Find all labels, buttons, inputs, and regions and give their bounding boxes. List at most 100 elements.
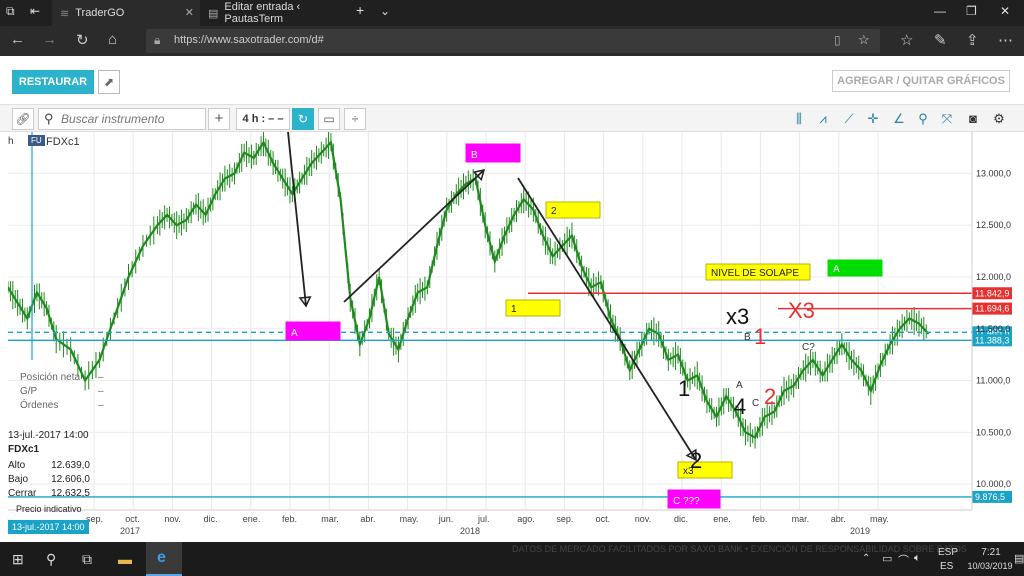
file-explorer-icon[interactable]: ▬ xyxy=(118,551,132,567)
close-window-icon[interactable]: ✕ xyxy=(1000,4,1010,18)
link-icon[interactable]: 🔗︎ xyxy=(12,108,34,130)
x-tick-label: sep. xyxy=(556,514,573,524)
volume-icon[interactable]: 🔈︎ xyxy=(914,552,921,565)
cerrar-label: Cerrar xyxy=(8,488,37,499)
camera-icon[interactable]: ◙ xyxy=(962,108,984,130)
edge-icon: e xyxy=(157,549,166,566)
url-field[interactable]: 🔒︎ https://www.saxotrader.com/d# ▯ ☆ xyxy=(146,29,880,53)
restaurar-button[interactable]: RESTAURAR xyxy=(12,70,94,94)
divider-tool-icon[interactable]: ÷ xyxy=(344,108,366,130)
reading-view-icon[interactable]: ▯ xyxy=(834,33,841,47)
clock-time[interactable]: 7:21 xyxy=(970,547,1012,558)
cerrar-value: 12.632,5 xyxy=(51,488,90,499)
settings-gear-icon[interactable]: ⚙ xyxy=(988,108,1010,130)
drawing-icon[interactable]: ∠ xyxy=(888,108,910,130)
precio-indicativo: Precio indicativo xyxy=(16,504,82,514)
x-tick-label: jun. xyxy=(438,514,454,524)
tab-label: TraderGO xyxy=(75,7,125,19)
browser-titlebar: ⧉ ⇤ ≋ TraderGO ✕ ▤ Editar entrada ‹ Paut… xyxy=(0,0,1024,26)
clock-date[interactable]: 10/03/2019 xyxy=(962,561,1018,571)
windows-start-icon[interactable]: ⊞ xyxy=(12,551,24,568)
wave-c-label: C ??? xyxy=(673,496,700,507)
wave-2-box-label: 2 xyxy=(551,206,557,217)
nivel-solape-label: NIVEL DE SOLAPE xyxy=(711,268,799,279)
price-chart[interactable]: 11.842,911.694,611.465,611.388,39.876,5 … xyxy=(8,132,1012,542)
lang-top[interactable]: ESP xyxy=(938,547,958,558)
x-tick-label: ene. xyxy=(243,514,261,524)
more-menu-icon[interactable]: ⋯ xyxy=(998,31,1013,49)
bajo-label: Bajo xyxy=(8,474,29,485)
compare-toggle-icon[interactable]: ▭ xyxy=(318,108,340,130)
agregar-quitar-graficos-button[interactable]: AGREGAR / QUITAR GRÁFICOS xyxy=(832,70,1010,92)
indicators-icon[interactable]: ⩘ xyxy=(812,108,834,130)
watermark-text: DATOS DE MERCADO FACILITADOS POR SAXO BA… xyxy=(512,544,967,554)
search-icon: ⚲ xyxy=(44,111,54,126)
fit-screen-icon[interactable]: ⤧ xyxy=(936,108,958,130)
search-taskbar-icon[interactable]: ⚲ xyxy=(46,551,56,568)
tab-tradergo[interactable]: ≋ TraderGO ✕ xyxy=(52,0,200,26)
small-a-text: A xyxy=(736,380,743,391)
x-tick-label: jul. xyxy=(477,514,490,524)
network-icon[interactable]: ⌒ xyxy=(898,552,909,568)
instrument-search[interactable]: ⚲ xyxy=(38,108,206,130)
cursor-date-tag: 13-jul.-2017 14:00 xyxy=(8,520,89,534)
x-tick-label: ene. xyxy=(713,514,731,524)
task-view-icon[interactable]: ⧉ xyxy=(82,551,92,568)
search-input[interactable] xyxy=(61,112,203,126)
wave-2-red-text: 2 xyxy=(764,384,776,409)
tab-list-chevron-icon[interactable]: ⌄ xyxy=(380,4,390,18)
edge-taskbar-button[interactable]: e xyxy=(146,542,182,576)
arrow-down-1 xyxy=(287,132,307,307)
ohlc-instrument: FDXc1 xyxy=(8,444,40,455)
wave-1-red-text: 1 xyxy=(754,324,766,349)
battery-icon[interactable]: ▭ xyxy=(882,552,892,565)
back-tabs-icon[interactable]: ⇤ xyxy=(30,4,40,18)
notes-pen-icon[interactable]: ✎ xyxy=(934,31,947,49)
arrow-down-2 xyxy=(517,177,697,461)
ordenes-row: Órdenes – xyxy=(20,400,110,411)
maximize-icon[interactable]: ❐ xyxy=(966,4,977,18)
price-tag-label: 11.842,9 xyxy=(975,288,1009,298)
refresh-icon[interactable]: ↻ xyxy=(76,31,89,49)
top-toolbar: RESTAURAR ⬈ AGREGAR / QUITAR GRÁFICOS xyxy=(0,64,1024,98)
trendline-icon[interactable]: ⟋ xyxy=(838,108,860,130)
x-tick-label: mar. xyxy=(792,514,810,524)
c-question-text: C? xyxy=(802,342,815,353)
posicion-neta-row: Posición neta – xyxy=(20,372,110,383)
wordpress-tab-icon: ▤ xyxy=(208,7,219,20)
lang-bottom[interactable]: ES xyxy=(940,561,953,572)
favorites-icon[interactable]: ☆ xyxy=(900,31,913,49)
x-tick-label: abr. xyxy=(831,514,846,524)
x-tick-label: may. xyxy=(400,514,419,524)
candle-type-icon[interactable]: ⫼ xyxy=(788,108,810,130)
popout-icon[interactable]: ⬈ xyxy=(98,70,120,94)
x-tick-label: nov. xyxy=(635,514,651,524)
y-tick-label: 12.000,0 xyxy=(976,272,1011,282)
favorite-star-icon[interactable]: ☆ xyxy=(858,32,870,48)
forward-arrow-icon[interactable]: → xyxy=(42,31,57,48)
chart-area[interactable]: 11.842,9 11.694,6 11.465,6 11.388,3 9.876,5 … xyxy=(8,132,1012,542)
alto-value: 12.639,0 xyxy=(51,460,90,471)
add-instrument-icon[interactable]: + xyxy=(208,108,230,130)
new-tab-icon[interactable]: + xyxy=(356,2,364,18)
refresh-chart-icon[interactable]: ↻ xyxy=(292,108,314,130)
minimize-icon[interactable]: — xyxy=(934,4,946,18)
home-icon[interactable]: ⌂ xyxy=(108,31,117,48)
close-tab-icon[interactable]: ✕ xyxy=(185,6,194,19)
page-content: RESTAURAR ⬈ AGREGAR / QUITAR GRÁFICOS 🔗︎… xyxy=(0,56,1024,542)
x-year-label: 2017 xyxy=(120,526,140,536)
ohlc-date: 13-jul.-2017 14:00 xyxy=(8,430,89,441)
tab-actions-icon[interactable]: ⧉ xyxy=(6,4,15,19)
x-tick-label: may. xyxy=(870,514,889,524)
instrument-name: FDXc1 xyxy=(46,136,80,148)
x-tick-label: oct. xyxy=(596,514,611,524)
zoom-icon[interactable]: ⚲ xyxy=(912,108,934,130)
instrument-badge: FU xyxy=(28,135,45,146)
back-arrow-icon[interactable]: ← xyxy=(10,31,25,48)
notifications-icon[interactable]: ▤ xyxy=(1014,552,1024,565)
tab-pautasterm[interactable]: ▤ Editar entrada ‹ PautasTerm xyxy=(200,0,350,26)
crosshair-icon[interactable]: ✛ xyxy=(862,108,884,130)
share-icon[interactable]: ⇪ xyxy=(966,31,979,49)
timeframe-select[interactable]: 4 h : – – xyxy=(236,108,290,130)
tray-chevron-icon[interactable]: ⌃ xyxy=(862,553,870,564)
